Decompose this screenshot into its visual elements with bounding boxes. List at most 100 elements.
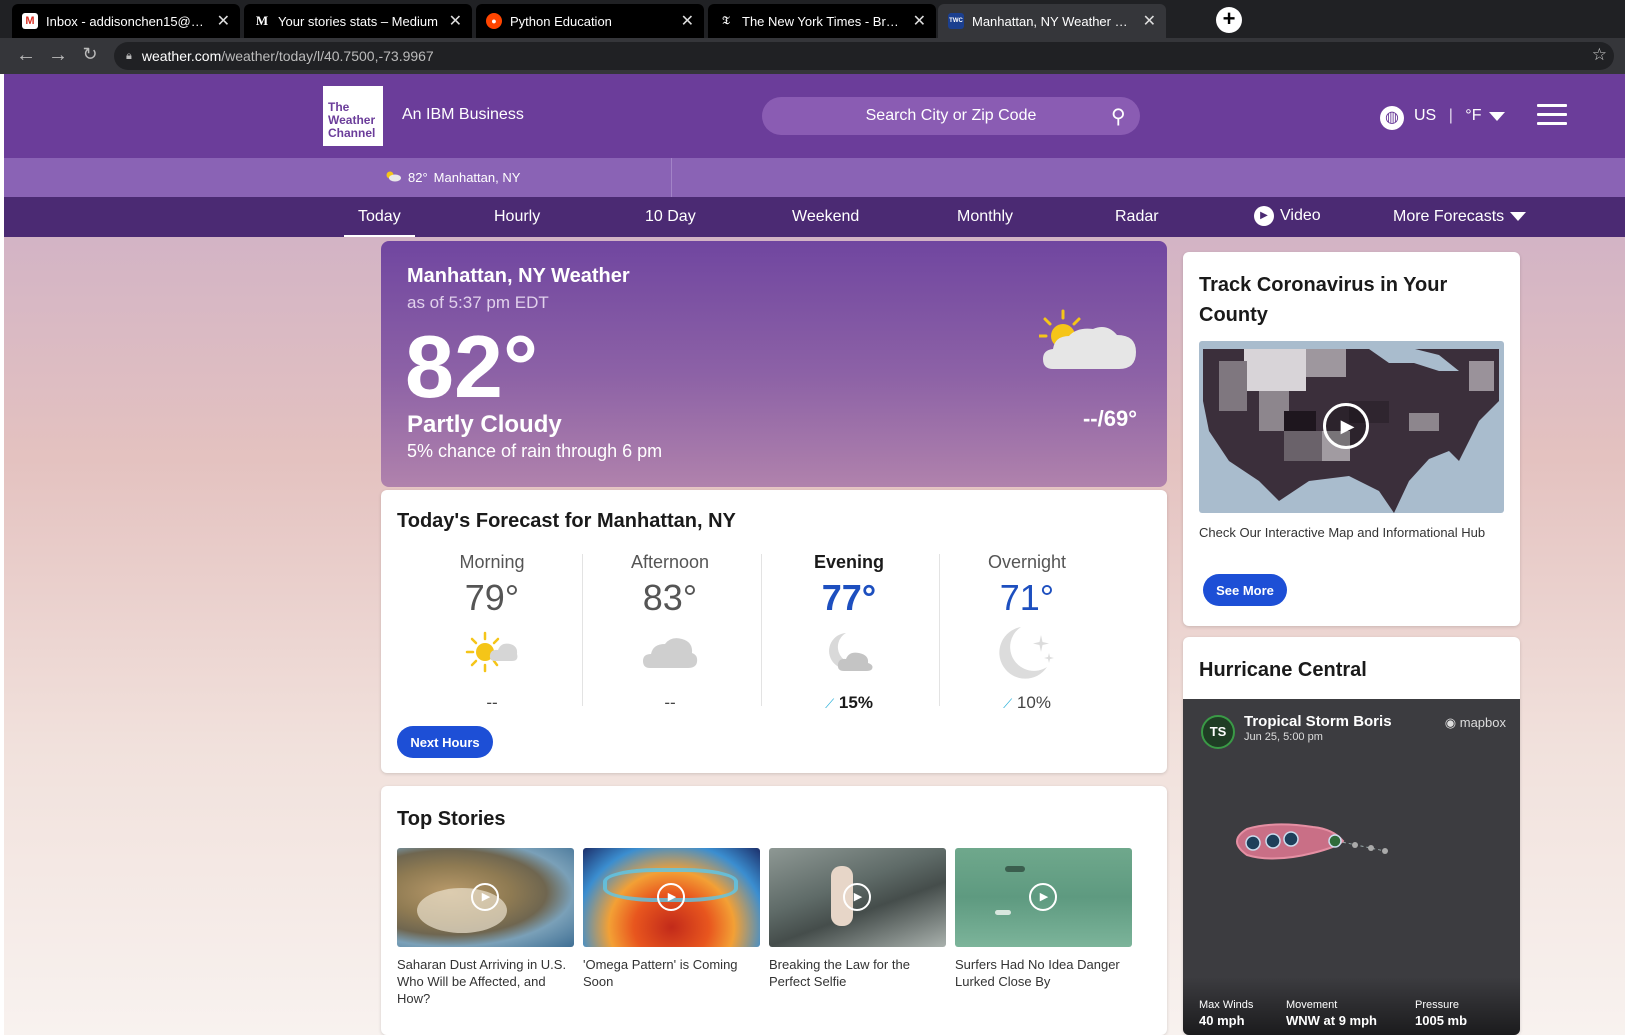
stat-value: WNW at 9 mph [1286,1013,1377,1028]
play-icon[interactable]: ▶ [843,883,871,911]
period-temp: 71° [999,577,1055,618]
tab-reddit[interactable]: ● Python Education ✕ [476,4,704,38]
lock-icon: 🔒︎ [126,49,132,62]
close-tab-icon[interactable]: ✕ [449,11,462,31]
search-input[interactable]: Search City or Zip Code ⚲ [762,97,1140,135]
bookmark-star-icon[interactable]: ☆ [1592,45,1607,65]
stat-label: Movement [1286,999,1338,1011]
forecast-period-afternoon[interactable]: Afternoon 83° -- [578,552,762,713]
tab-weekend[interactable]: Weekend [792,208,859,226]
story-caption: Breaking the Law for the Perfect Selfie [769,957,910,989]
us-county-map[interactable]: ▶ [1199,341,1504,513]
hurricane-central-card: Hurricane Central TS Tropical Storm Bori… [1183,637,1520,1035]
period-temp: 79° [464,577,520,618]
coronavirus-card: Track Coronavirus in Your County ▶ Check… [1183,252,1520,626]
play-icon[interactable]: ▶ [657,883,685,911]
period-label: Morning [459,552,525,572]
see-more-button[interactable]: See More [1203,574,1287,606]
precip-percent: 10% [1016,693,1051,712]
tab-today[interactable]: Today [344,208,415,237]
tab-medium[interactable]: M Your stories stats – Medium ✕ [244,4,472,38]
close-tab-icon[interactable]: ✕ [217,11,230,31]
precip-value: -- [664,693,676,712]
tab-video-label: Video [1280,207,1321,225]
story-card[interactable]: ▶ Breaking the Law for the Perfect Selfi… [769,848,946,990]
unit-label: °F [1465,107,1482,124]
top-stories-card: Top Stories ▶ Saharan Dust Arriving in U… [381,786,1167,1035]
back-icon[interactable]: ← [14,44,38,67]
story-card[interactable]: ▶ 'Omega Pattern' is Coming Soon [583,848,760,990]
region-unit-selector[interactable]: US | °F [1414,107,1481,125]
story-card[interactable]: ▶ Surfers Had No Idea Danger Lurked Clos… [955,848,1132,990]
play-icon[interactable]: ▶ [471,883,499,911]
hi-lo-temp: --/69° [1082,406,1137,431]
precip-value: -- [486,693,498,712]
region-label: US [1414,107,1437,124]
url-domain: weather.com [141,48,222,64]
max-winds-stat: Max Winds 40 mph [1199,999,1253,1028]
movement-stat: Movement WNW at 9 mph [1286,999,1377,1028]
story-thumbnail: ▶ [397,848,574,947]
story-thumbnail: ▶ [955,848,1132,947]
weather-channel-logo[interactable]: The Weather Channel [323,86,383,146]
storm-stats: Max Winds 40 mph Movement WNW at 9 mph P… [1183,977,1520,1035]
mapbox-logo-icon: ◉ [1444,715,1457,730]
tab-title: The New York Times - Breaking N [742,13,905,29]
forecast-period-morning[interactable]: Morning 79° -- [400,552,584,713]
play-icon: ▶ [1254,206,1274,226]
tab-weather[interactable]: TWC Manhattan, NY Weather Forecast ✕ [938,4,1166,38]
forecast-period-overnight[interactable]: Overnight 71° ⟋ 10% [935,552,1119,713]
forward-icon[interactable]: → [46,44,70,67]
tab-10-day[interactable]: 10 Day [645,208,696,226]
storm-track-map[interactable]: TS Tropical Storm Boris Jun 25, 5:00 pm … [1183,699,1520,1035]
map-credit-label: mapbox [1459,715,1506,730]
forecast-period-evening[interactable]: Evening 77° ⟋ 15% [757,552,941,713]
section-title: Track Coronavirus in Your County [1199,274,1448,326]
tab-nyt[interactable]: 𝔗 The New York Times - Breaking N ✕ [708,4,936,38]
section-title: Hurricane Central [1199,659,1367,681]
tab-more-label: More Forecasts [1393,208,1505,225]
tab-radar[interactable]: Radar [1115,208,1159,226]
globe-icon[interactable]: ◍ [1380,106,1404,130]
stat-label: Max Winds [1199,999,1254,1011]
play-icon[interactable]: ▶ [1323,403,1369,449]
section-title: Top Stories [397,808,506,830]
cloud-icon [578,625,762,681]
tab-gmail[interactable]: M Inbox - addisonchen15@gmail.co ✕ [12,4,240,38]
close-tab-icon[interactable]: ✕ [913,11,926,31]
medium-icon: M [255,13,269,28]
tab-hourly[interactable]: Hourly [494,208,540,226]
map-credit: ◉ mapbox [1445,715,1506,731]
play-icon[interactable]: ▶ [1029,883,1057,911]
story-card[interactable]: ▶ Saharan Dust Arriving in U.S. Who Will… [397,848,574,1007]
tab-title: Inbox - addisonchen15@gmail.co [46,13,209,29]
section-title: Today's Forecast for Manhattan, NY [397,510,736,532]
tagline: An IBM Business [402,106,524,123]
timestamp: as of 5:37 pm EDT [407,293,549,312]
storm-date: Jun 25, 5:00 pm [1244,731,1323,743]
story-caption: Surfers Had No Idea Danger Lurked Close … [955,957,1120,989]
new-tab-icon[interactable]: + [1216,7,1242,33]
weather-channel-icon: TWC [948,13,964,29]
moon-cloud-icon [757,625,941,681]
tab-monthly[interactable]: Monthly [957,208,1013,226]
page-viewport: The Weather Channel An IBM Business Sear… [4,74,1625,1035]
close-tab-icon[interactable]: ✕ [1143,11,1156,31]
tab-title: Manhattan, NY Weather Forecast [972,13,1135,29]
search-icon[interactable]: ⚲ [1111,104,1126,129]
location-title: Manhattan, NY Weather [407,265,630,287]
chevron-down-icon [1510,212,1527,222]
url-path: /weather/today/l/40.7500,-73.9967 [221,48,434,64]
recent-location[interactable]: 82° Manhattan, NY [384,170,520,185]
precip-percent: 15% [838,693,873,712]
chevron-down-icon[interactable] [1489,112,1505,121]
tab-video[interactable]: ▶ Video [1254,206,1321,226]
reload-icon[interactable]: ↻ [78,44,102,65]
close-tab-icon[interactable]: ✕ [681,11,694,31]
url-bar[interactable]: 🔒︎ weather.com/weather/today/l/40.7500,-… [114,42,1614,70]
tab-more-forecasts[interactable]: More Forecasts [1393,208,1527,226]
menu-icon[interactable] [1537,104,1567,131]
map-caption: Check Our Interactive Map and Informatio… [1199,525,1486,540]
next-hours-button[interactable]: Next Hours [397,726,493,758]
period-temp: 77° [821,577,877,618]
